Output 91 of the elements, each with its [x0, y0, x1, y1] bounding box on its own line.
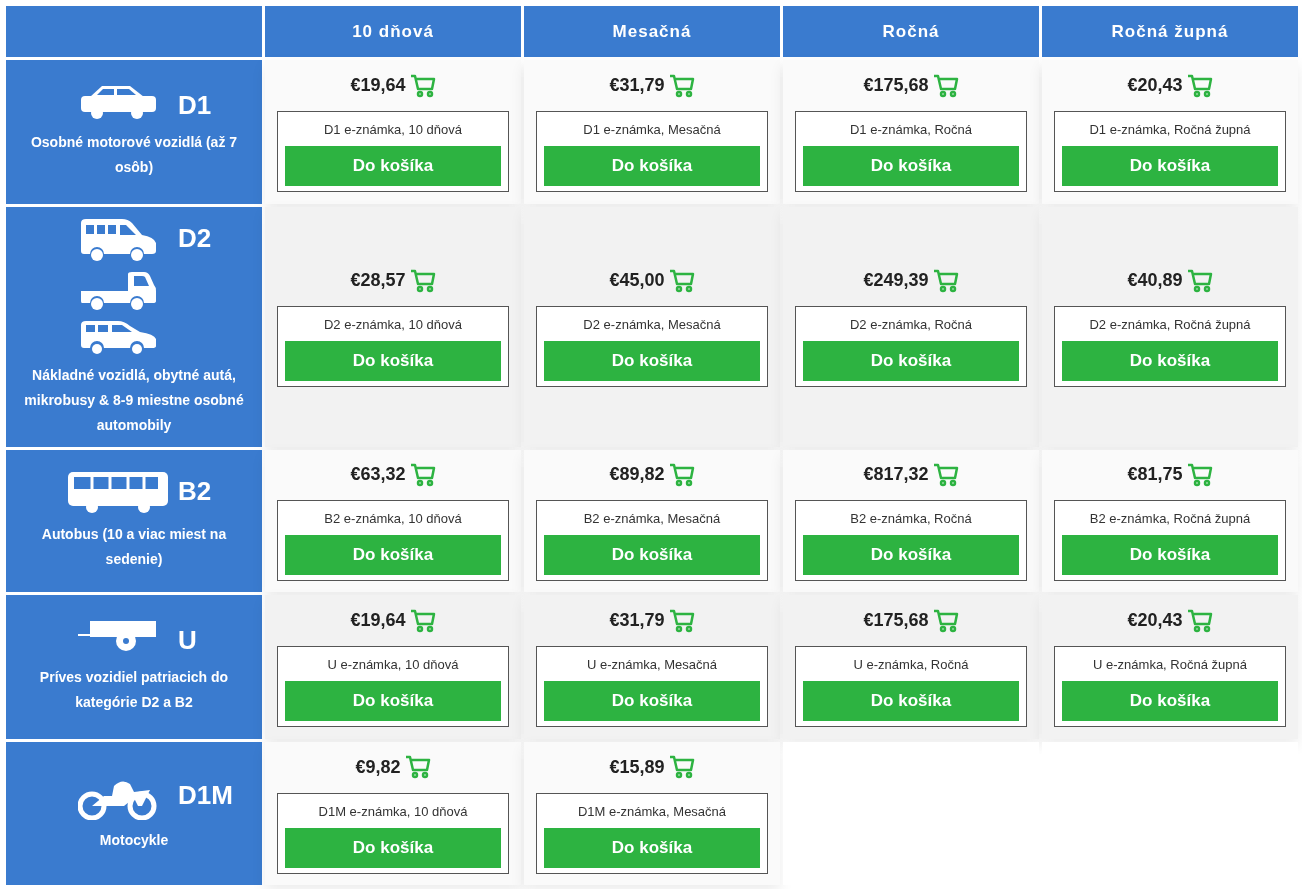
product-label: D1 e-známka, Ročná	[849, 122, 973, 138]
cart-icon[interactable]	[1186, 73, 1213, 98]
product-label: D1 e-známka, Ročná župná	[1089, 122, 1251, 138]
product-label: B2 e-známka, Ročná	[850, 511, 972, 527]
add-to-cart-button[interactable]: Do košíka	[803, 341, 1019, 381]
cart-icon[interactable]	[668, 608, 695, 633]
product-label: D1 e-známka, 10 dňová	[324, 122, 462, 138]
cart-icon[interactable]	[1186, 268, 1213, 293]
price: €28,57	[350, 269, 406, 292]
add-to-cart-button[interactable]: Do košíka	[544, 146, 760, 186]
product-label: U e-známka, Ročná župná	[1093, 657, 1247, 673]
price: €31,79	[609, 74, 665, 97]
product-label: D1 e-známka, Mesačná	[583, 122, 721, 138]
price: €20,43	[1127, 74, 1183, 97]
add-to-cart-button[interactable]: Do košíka	[285, 341, 501, 381]
add-to-cart-button[interactable]: Do košíka	[544, 681, 760, 721]
category-description: Osobné motorové vozidlá (až 7 osôb)	[29, 133, 239, 177]
column-header: Ročná župná	[1042, 6, 1298, 57]
add-to-cart-button[interactable]: Do košíka	[1062, 681, 1278, 721]
cart-icon[interactable]	[668, 755, 695, 779]
price: €40,89	[1127, 269, 1183, 292]
cart-icon[interactable]	[668, 462, 695, 487]
price: €20,43	[1127, 609, 1183, 632]
add-to-cart-button[interactable]: Do košíka	[544, 341, 760, 381]
price: €89,82	[609, 463, 665, 486]
price: €19,64	[350, 74, 406, 97]
price: €19,64	[350, 609, 406, 632]
product-label: B2 e-známka, Ročná župná	[1089, 511, 1251, 527]
price: €175,68	[863, 74, 929, 97]
cart-icon[interactable]	[409, 73, 436, 98]
column-header: 10 dňová	[265, 6, 521, 57]
add-to-cart-button[interactable]: Do košíka	[544, 535, 760, 575]
price: €31,79	[609, 609, 665, 632]
add-to-cart-button[interactable]: Do košíka	[544, 827, 760, 868]
cart-icon[interactable]	[409, 268, 436, 293]
bus-icon	[66, 470, 170, 514]
add-to-cart-button[interactable]: Do košíka	[1062, 341, 1278, 381]
product-label: D2 e-známka, 10 dňová	[324, 317, 462, 333]
price: €175,68	[863, 609, 929, 632]
category-description: Autobus (10 a viac miest na sedenie)	[40, 525, 228, 569]
price: €817,32	[863, 463, 929, 486]
category-code: D1	[178, 89, 212, 122]
cart-icon[interactable]	[668, 268, 695, 293]
category-code: B2	[178, 475, 212, 508]
add-to-cart-button[interactable]: Do košíka	[803, 681, 1019, 721]
column-header: Ročná	[783, 6, 1039, 57]
van-icon	[78, 216, 158, 263]
minivan-icon	[78, 318, 158, 355]
category-code: U	[178, 624, 197, 657]
cart-icon[interactable]	[932, 268, 959, 293]
price: €9,82	[355, 755, 401, 779]
cart-icon[interactable]	[1186, 608, 1213, 633]
column-header: Mesačná	[524, 6, 780, 57]
price: €45,00	[609, 269, 665, 292]
product-label: U e-známka, 10 dňová	[327, 657, 459, 673]
cart-icon[interactable]	[932, 462, 959, 487]
cart-icon[interactable]	[409, 462, 436, 487]
price: €81,75	[1127, 463, 1183, 486]
product-label: D1M e-známka, 10 dňová	[318, 803, 468, 820]
add-to-cart-button[interactable]: Do košíka	[285, 827, 501, 868]
cart-icon[interactable]	[668, 73, 695, 98]
category-code: D2	[178, 221, 212, 255]
product-label: B2 e-známka, 10 dňová	[324, 511, 462, 527]
product-label: D2 e-známka, Ročná	[849, 317, 973, 333]
price: €15,89	[609, 755, 665, 779]
truck-icon	[78, 270, 158, 311]
add-to-cart-button[interactable]: Do košíka	[1062, 535, 1278, 575]
car-icon	[78, 84, 158, 120]
add-to-cart-button[interactable]: Do košíka	[285, 681, 501, 721]
category-description: Nákladné vozidlá, obytné autá, mikrobusy & 8-9 miestne osobné automobily	[23, 365, 245, 435]
product-label: U e-známka, Ročná	[853, 657, 969, 673]
add-to-cart-button[interactable]: Do košíka	[285, 535, 501, 575]
category-code: D1M	[178, 779, 233, 812]
add-to-cart-button[interactable]: Do košíka	[803, 146, 1019, 186]
cart-icon[interactable]	[404, 755, 431, 779]
price: €63,32	[350, 463, 406, 486]
category-description: Motocykle	[99, 831, 169, 850]
price: €249,39	[863, 269, 929, 292]
product-label: B2 e-známka, Mesačná	[583, 511, 721, 527]
category-description: Príves vozidiel patriacich do kategórie D2 a B2	[38, 668, 230, 712]
add-to-cart-button[interactable]: Do košíka	[285, 146, 501, 186]
add-to-cart-button[interactable]: Do košíka	[1062, 146, 1278, 186]
add-to-cart-button[interactable]: Do košíka	[803, 535, 1019, 575]
product-label: D2 e-známka, Ročná župná	[1089, 317, 1251, 333]
product-label: D2 e-známka, Mesačná	[583, 317, 721, 333]
cart-icon[interactable]	[409, 608, 436, 633]
cart-icon[interactable]	[932, 73, 959, 98]
cart-icon[interactable]	[932, 608, 959, 633]
cart-icon[interactable]	[1186, 462, 1213, 487]
product-label: D1M e-známka, Mesačná	[577, 803, 727, 820]
product-label: U e-známka, Mesačná	[586, 657, 718, 673]
